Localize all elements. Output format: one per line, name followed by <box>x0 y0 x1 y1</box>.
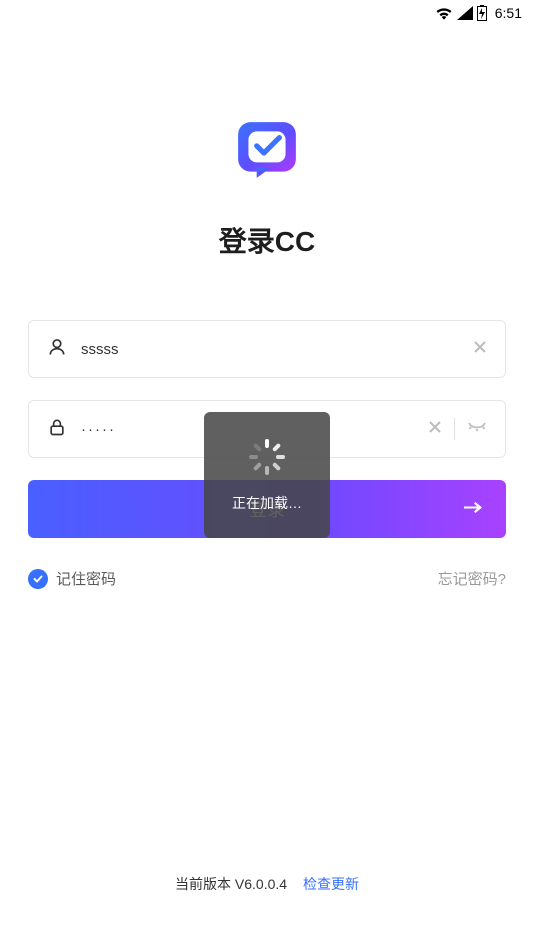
divider <box>454 418 455 440</box>
username-field[interactable]: sssss <box>28 320 506 378</box>
status-bar: 6:51 <box>0 0 534 26</box>
loading-text: 正在加载… <box>232 493 302 513</box>
cellular-icon <box>457 6 473 20</box>
eye-closed-icon[interactable] <box>467 420 487 439</box>
status-time: 6:51 <box>495 5 522 21</box>
check-update-link[interactable]: 检查更新 <box>303 876 359 892</box>
version-label: 当前版本 V6.0.0.4 <box>175 876 287 892</box>
remember-label: 记住密码 <box>56 568 116 589</box>
wifi-icon <box>435 6 453 20</box>
forgot-password-link[interactable]: 忘记密码? <box>438 568 506 589</box>
lock-icon <box>47 417 67 442</box>
check-circle-icon <box>28 569 48 589</box>
username-value[interactable]: sssss <box>81 341 473 358</box>
remember-password-toggle[interactable]: 记住密码 <box>28 568 116 589</box>
battery-icon <box>477 5 487 21</box>
spinner-icon <box>247 437 287 477</box>
clear-password-icon[interactable] <box>428 420 442 439</box>
page-title: 登录CC <box>28 220 506 260</box>
user-icon <box>47 337 67 362</box>
app-logo <box>28 118 506 184</box>
footer: 当前版本 V6.0.0.4 检查更新 <box>0 874 534 894</box>
arrow-right-icon <box>464 499 482 520</box>
loading-overlay: 正在加载… <box>204 412 330 538</box>
clear-username-icon[interactable] <box>473 340 487 359</box>
